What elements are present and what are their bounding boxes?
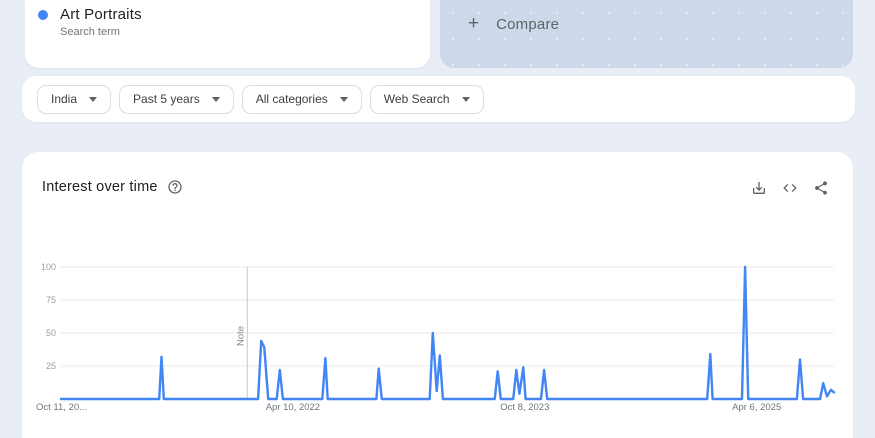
interest-over-time-card: Interest over time 25 50 75 100 Note Oct 11, … (22, 152, 853, 438)
time-range-filter-label: Past 5 years (133, 92, 200, 106)
search-type-filter-label: Web Search (383, 92, 450, 106)
category-filter-label: All categories (255, 92, 328, 106)
search-term-subtitle: Search term (60, 26, 120, 38)
chevron-down-icon (89, 96, 98, 102)
y-axis-tick-label: 75 (46, 295, 56, 305)
search-term-card[interactable]: Art Portraits Search term (25, 0, 430, 68)
x-axis-tick-label: Oct 11, 20... (36, 402, 87, 413)
x-axis-tick-label: Apr 10, 2022 (266, 402, 320, 413)
search-type-filter-dropdown[interactable]: Web Search (369, 84, 484, 114)
x-axis-tick-label: Apr 6, 2025 (732, 402, 781, 413)
y-axis-tick-label: 100 (41, 262, 56, 272)
plus-icon: + (468, 13, 480, 34)
chevron-down-icon (339, 96, 348, 102)
chevron-down-icon (461, 96, 470, 102)
geo-filter-dropdown[interactable]: India (37, 84, 112, 114)
y-axis-tick-label: 25 (46, 361, 56, 371)
search-term-title: Art Portraits (60, 6, 142, 23)
series-color-dot-icon (38, 10, 48, 20)
note-marker-label: Note (235, 326, 246, 346)
interest-over-time-chart: 25 50 75 100 Note Oct 11, 20... Apr 10, 2022 Oc… (36, 262, 836, 413)
compare-add-card[interactable]: + Compare (440, 0, 853, 68)
category-filter-dropdown[interactable]: All categories (241, 84, 362, 114)
geo-filter-label: India (51, 92, 78, 106)
compare-label: Compare (496, 15, 560, 33)
time-range-filter-dropdown[interactable]: Past 5 years (119, 84, 234, 114)
filter-bar: India Past 5 years All categories Web Se… (22, 76, 855, 122)
y-axis-tick-label: 50 (46, 328, 56, 338)
x-axis-tick-label: Oct 8, 2023 (500, 402, 549, 413)
google-trends-explore-page: Art Portraits Search term + Compare Indi… (0, 0, 875, 438)
chevron-down-icon (211, 96, 220, 102)
